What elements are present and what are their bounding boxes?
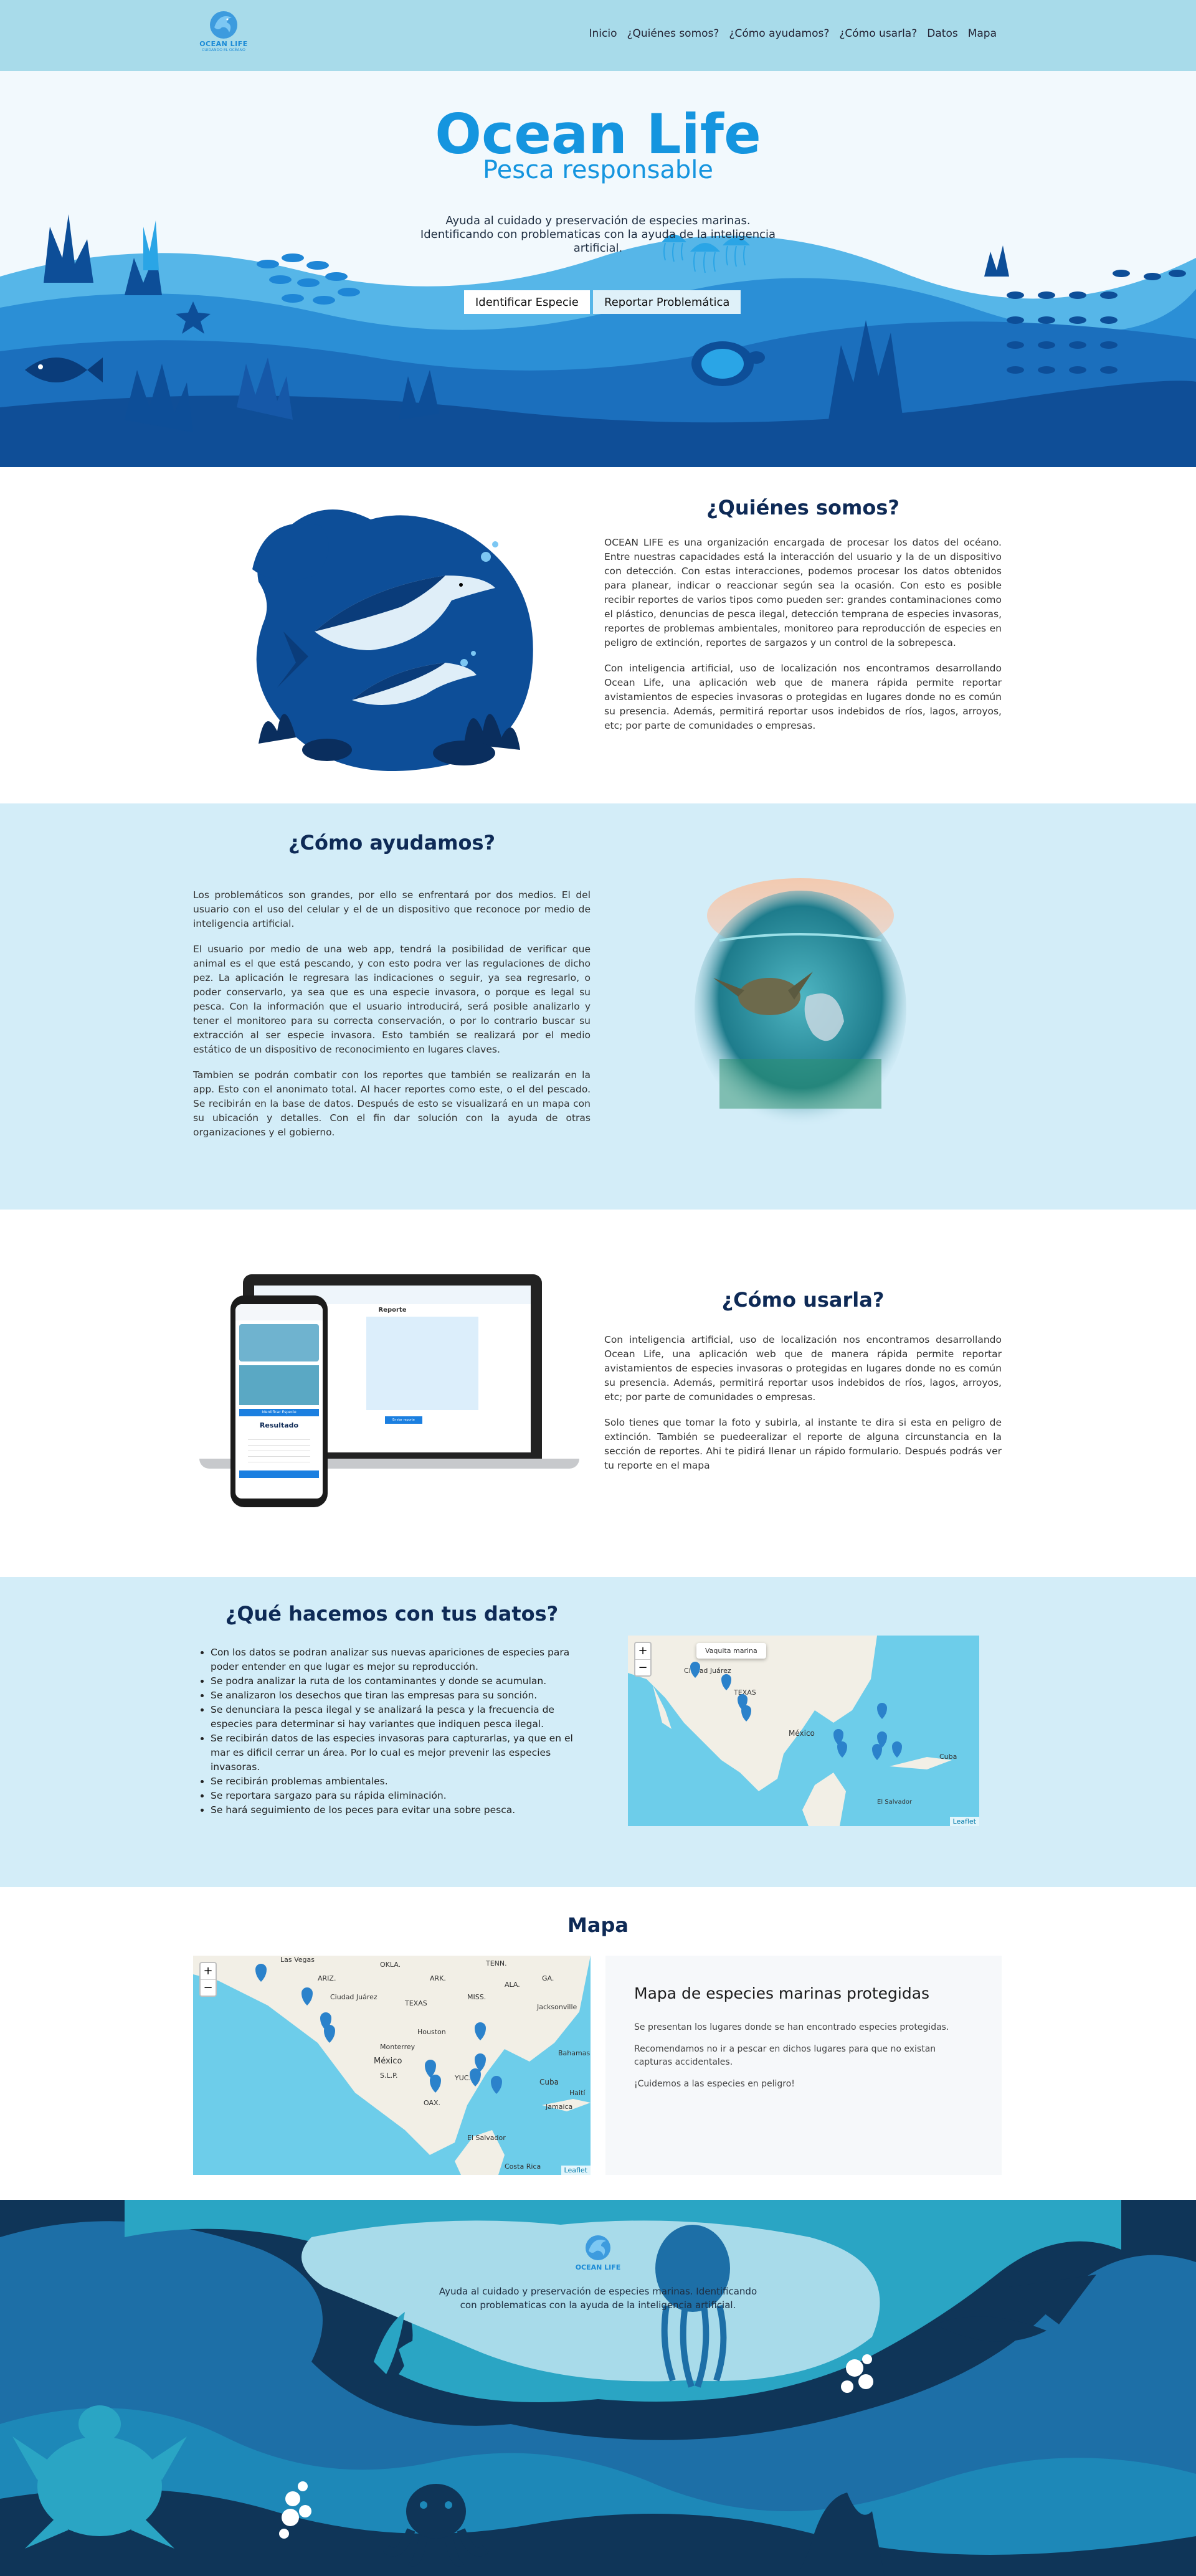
map-marker-icon: [741, 1705, 751, 1721]
leaflet-attribution-link[interactable]: Leaflet: [561, 2166, 591, 2175]
report-problem-button[interactable]: Reportar Problemática: [593, 290, 741, 314]
datos-map[interactable]: Ciudad Juárez TEXAS México Cuba El Salva…: [628, 1636, 979, 1826]
como-paragraph-3: Tambien se podrán combatir con los repor…: [193, 1069, 591, 1138]
como-paragraph-1: Los problemáticos son grandes, por ello …: [193, 889, 591, 929]
map-info-paragraph-2: Recomendamos no ir a pescar en dichos lu…: [634, 2044, 936, 2067]
leaflet-attribution-link[interactable]: Leaflet: [949, 1817, 979, 1826]
navbar: OCEAN LIFE CUIDANDO EL OCÉANO Inicio ¿Qu…: [0, 0, 1196, 71]
map-info-card: Mapa de especies marinas protegidas Se p…: [605, 1956, 1002, 2175]
como-paragraph-2: El usuario por medio de una web app, ten…: [193, 944, 591, 1055]
datos-list-item: Se denunciara la pesca ilegal y se anali…: [211, 1703, 591, 1731]
logo[interactable]: OCEAN LIFE CUIDANDO EL OCÉANO: [198, 9, 249, 59]
phone-screen: Identificar Especie Resultado: [235, 1304, 323, 1499]
identify-species-button[interactable]: Identificar Especie: [464, 290, 590, 314]
datos-list-item: Se recibirán problemas ambientales.: [211, 1774, 591, 1789]
map-info-paragraph-1: Se presentan los lugares donde se han en…: [634, 2022, 949, 2032]
dolphin-logo-icon: [210, 11, 237, 39]
map-marker-icon: [721, 1674, 731, 1690]
nav-link-como-usarla[interactable]: ¿Cómo usarla?: [839, 27, 917, 40]
como-ayudamos-section: ¿Cómo ayudamos? Los problemáticos son gr…: [0, 803, 1196, 1210]
phone-identify-button: Identificar Especie: [239, 1409, 319, 1416]
como-ayudamos-title: ¿Cómo ayudamos?: [288, 831, 496, 855]
footer-logo: OCEAN LIFE: [0, 2232, 1196, 2271]
map-marker-icon: [892, 1741, 902, 1758]
quienes-paragraph-1: OCEAN LIFE es una organización encargada…: [604, 537, 1002, 648]
nav-link-mapa[interactable]: Mapa: [968, 27, 997, 40]
hero-description: Ayuda al cuidado y preservación de espec…: [420, 214, 776, 255]
nav-link-inicio[interactable]: Inicio: [589, 27, 617, 40]
datos-list-item: Se reportara sargazo para su rápida elim…: [211, 1789, 591, 1803]
logo-subtext: CUIDANDO EL OCÉANO: [202, 48, 245, 52]
turtle-plastic-image: [695, 878, 906, 1127]
datos-section: ¿Qué hacemos con tus datos? Con los dato…: [0, 1577, 1196, 1887]
sharks-illustration: [252, 509, 533, 771]
map-marker-icon: [470, 2068, 481, 2086]
map-marker-icon: [301, 1987, 313, 2005]
nav-link-datos[interactable]: Datos: [927, 27, 957, 40]
usarla-paragraph-1: Con inteligencia artificial, uso de loca…: [604, 1334, 1002, 1403]
phone-mockup: Identificar Especie Resultado: [230, 1295, 328, 1507]
usarla-paragraph-2: Solo tienes que tomar la foto y subirla,…: [604, 1417, 1002, 1471]
footer-logo-text: OCEAN LIFE: [575, 2263, 621, 2271]
como-usarla-section: Reporte Enviar reporte Identificar Espec…: [0, 1210, 1196, 1577]
datos-title: ¿Qué hacemos con tus datos?: [225, 1602, 559, 1626]
mapa-section: Mapa Las Vegas ARIZ. OKLA. TENN. ARK. MI…: [0, 1887, 1196, 2200]
quienes-title: ¿Quiénes somos?: [706, 496, 899, 519]
map-markers: [255, 1964, 502, 2094]
nav-link-quienes[interactable]: ¿Quiénes somos?: [627, 27, 719, 40]
map-marker-icon: [430, 2075, 441, 2093]
datos-list-item: Se analizaron los desechos que tiran las…: [211, 1688, 591, 1703]
datos-list-item: Se recibirán datos de las especies invas…: [211, 1731, 591, 1774]
logo-text: OCEAN LIFE: [199, 40, 248, 48]
map-marker-icon: [877, 1703, 887, 1719]
laptop-send-report-button: Enviar reporte: [385, 1416, 422, 1424]
dolphin-logo-icon: [586, 2235, 610, 2260]
map-marker-icon: [872, 1744, 882, 1760]
datos-list-item: Se hará seguimiento de los peces para ev…: [211, 1803, 591, 1817]
datos-list-item: Se podra analizar la ruta de los contami…: [211, 1674, 591, 1688]
map-marker-icon: [324, 2025, 335, 2043]
map-marker-icon: [837, 1741, 847, 1758]
como-usarla-title: ¿Cómo usarla?: [721, 1288, 885, 1312]
map-marker-icon: [690, 1662, 700, 1678]
footer: OCEAN LIFE Ayuda al cuidado y preservaci…: [0, 2200, 1196, 2576]
quienes-paragraph-2: Con inteligencia artificial, uso de loca…: [604, 663, 1002, 731]
phone-result-title: Resultado: [259, 1421, 299, 1429]
datos-list: Con los datos se podran analizar sus nue…: [193, 1646, 591, 1817]
datos-list-item: Con los datos se podran analizar sus nue…: [211, 1646, 591, 1674]
quienes-somos-section: ¿Quiénes somos? OCEAN LIFE es una organi…: [0, 467, 1196, 803]
map-info-paragraph-3: ¡Cuidemos a las especies en peligro!: [634, 2079, 795, 2089]
protected-species-map[interactable]: Las Vegas ARIZ. OKLA. TENN. ARK. MISS. A…: [193, 1956, 591, 2175]
footer-description: Ayuda al cuidado y preservación de espec…: [439, 2286, 757, 2311]
map-marker-icon: [255, 1964, 267, 1982]
map-markers: [690, 1662, 902, 1760]
nav-menu: Inicio ¿Quiénes somos? ¿Cómo ayudamos? ¿…: [589, 27, 997, 40]
hero-subtitle: Pesca responsable: [482, 156, 714, 184]
map-marker-icon: [475, 2022, 486, 2040]
hero-section: Ocean Life Pesca responsable Ayuda al cu…: [0, 71, 1196, 467]
map-marker-icon: [491, 2076, 502, 2094]
mapa-title: Mapa: [567, 1913, 629, 1937]
nav-link-como-ayudamos[interactable]: ¿Cómo ayudamos?: [729, 27, 829, 40]
map-info-title: Mapa de especies marinas protegidas: [634, 1984, 930, 2002]
